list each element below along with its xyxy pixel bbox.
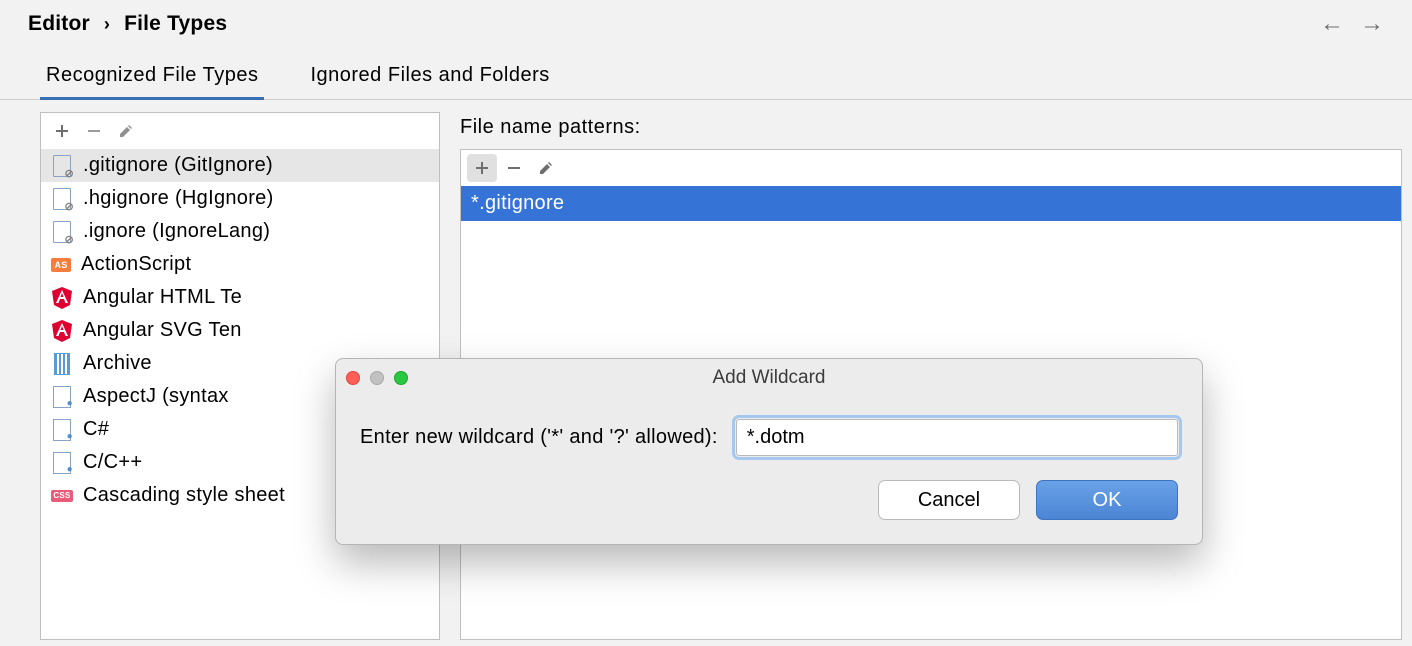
list-item-label: Cascading style sheet <box>83 484 285 507</box>
list-item[interactable]: .ignore (IgnoreLang) <box>41 215 439 248</box>
pencil-icon <box>118 123 134 139</box>
tab-recognized-file-types[interactable]: Recognized File Types <box>40 54 264 100</box>
list-item-label: Angular HTML Te <box>83 286 242 309</box>
list-item[interactable]: Angular SVG Ten <box>41 314 439 347</box>
pencil-icon <box>538 160 554 176</box>
edit-button[interactable] <box>111 117 141 145</box>
wildcard-prompt-label: Enter new wildcard ('*' and '?' allowed)… <box>360 426 718 449</box>
patterns-toolbar <box>461 150 1401 186</box>
patterns-label: File name patterns: <box>460 112 1402 149</box>
list-item[interactable]: .gitignore (GitIgnore) <box>41 149 439 182</box>
breadcrumb-current: File Types <box>124 12 227 36</box>
list-item[interactable]: .hgignore (HgIgnore) <box>41 182 439 215</box>
chevron-right-icon: › <box>104 14 110 35</box>
remove-button[interactable] <box>79 117 109 145</box>
ok-button[interactable]: OK <box>1036 480 1178 520</box>
file-icon <box>51 155 73 177</box>
list-item[interactable]: AS ActionScript <box>41 248 439 281</box>
pattern-item[interactable]: *.gitignore <box>461 186 1401 221</box>
cancel-button[interactable]: Cancel <box>878 480 1020 520</box>
list-item-label: Archive <box>83 352 152 375</box>
list-item-label: .ignore (IgnoreLang) <box>83 220 270 243</box>
file-icon <box>51 188 73 210</box>
list-item-label: ActionScript <box>81 253 191 276</box>
list-item-label: .hgignore (HgIgnore) <box>83 187 274 210</box>
breadcrumb: Editor › File Types <box>28 12 227 36</box>
list-item-label: C# <box>83 418 109 441</box>
breadcrumb-parent[interactable]: Editor <box>28 12 90 36</box>
angular-icon <box>51 287 73 309</box>
file-icon <box>51 419 73 441</box>
list-item-label: AspectJ (syntax <box>83 385 229 408</box>
add-pattern-button[interactable] <box>467 154 497 182</box>
file-icon <box>51 452 73 474</box>
patterns-list: *.gitignore <box>461 186 1401 221</box>
wildcard-input[interactable] <box>736 419 1178 456</box>
minus-icon <box>86 123 102 139</box>
list-item[interactable]: Angular HTML Te <box>41 281 439 314</box>
dialog-title: Add Wildcard <box>336 367 1202 389</box>
actionscript-icon: AS <box>51 258 71 272</box>
list-item-label: .gitignore (GitIgnore) <box>83 154 273 177</box>
archive-icon <box>51 353 73 375</box>
list-item-label: Angular SVG Ten <box>83 319 242 342</box>
angular-icon <box>51 320 73 342</box>
add-wildcard-dialog: Add Wildcard Enter new wildcard ('*' and… <box>335 358 1203 545</box>
back-arrow-icon[interactable]: ← <box>1320 10 1344 38</box>
tab-ignored-files-folders[interactable]: Ignored Files and Folders <box>304 54 555 99</box>
file-icon <box>51 221 73 243</box>
file-types-toolbar <box>41 113 439 149</box>
minus-icon <box>506 160 522 176</box>
plus-icon <box>54 123 70 139</box>
remove-pattern-button[interactable] <box>499 154 529 182</box>
add-button[interactable] <box>47 117 77 145</box>
css-icon: CSS <box>51 490 73 502</box>
edit-pattern-button[interactable] <box>531 154 561 182</box>
list-item-label: C/C++ <box>83 451 142 474</box>
plus-icon <box>474 160 490 176</box>
file-icon <box>51 386 73 408</box>
forward-arrow-icon[interactable]: → <box>1360 10 1384 38</box>
